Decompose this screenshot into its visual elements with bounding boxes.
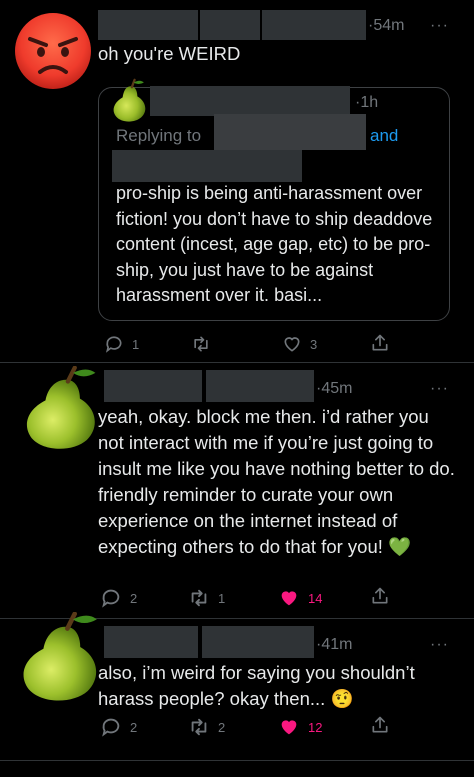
like-count: 3 (310, 336, 318, 352)
tweet-text: also, i’m weird for saying you shouldn’t… (98, 660, 458, 712)
redacted-handle (202, 626, 314, 658)
tweet-text: oh you're WEIRD (98, 43, 241, 64)
redacted-display-name (104, 626, 198, 658)
avatar[interactable] (14, 12, 92, 90)
reply-button[interactable]: 1 (104, 334, 139, 354)
avatar[interactable] (18, 365, 104, 452)
share-icon (372, 587, 388, 604)
redacted-quote-name (150, 86, 350, 116)
tweet-body: yeah, okay. block me then. i’d rather yo… (98, 406, 455, 557)
retweet-icon (194, 336, 208, 352)
like-button[interactable]: 12 (278, 716, 322, 738)
timestamp[interactable]: ·45m (316, 380, 352, 398)
reply-icon (102, 718, 120, 737)
redacted-mention (214, 114, 366, 150)
retweet-icon (191, 718, 207, 736)
angry-face-icon (15, 13, 91, 89)
quote-timestamp: ·1h (355, 94, 379, 111)
redacted-handle (262, 10, 366, 40)
timestamp[interactable]: ·54m (368, 17, 404, 35)
redacted-display-name (98, 10, 198, 40)
like-button[interactable]: 14 (278, 587, 322, 609)
timestamp[interactable]: ·41m (316, 636, 352, 654)
retweet-button[interactable]: 1 (188, 587, 225, 609)
share-icon (372, 334, 388, 351)
tweet-body: also, i’m weird for saying you shouldn’t… (98, 662, 415, 709)
heart-outline-icon (284, 337, 300, 352)
heart-filled-icon (281, 720, 297, 735)
quote-avatar (107, 78, 153, 124)
reply-icon (105, 336, 122, 353)
reply-count: 2 (130, 719, 138, 735)
raised-eyebrow-emoji: 🤨 (330, 688, 354, 709)
pear-icon (23, 611, 97, 701)
reply-count: 2 (130, 590, 138, 606)
more-options-icon[interactable]: ··· (430, 636, 449, 654)
pear-icon (26, 365, 96, 449)
like-button[interactable]: 3 (282, 334, 317, 354)
retweet-count: 2 (218, 719, 226, 735)
quote-text: pro-ship is being anti-harassment over f… (116, 183, 433, 305)
avatar[interactable] (14, 611, 106, 704)
more-options-icon[interactable]: ··· (430, 17, 449, 35)
green-heart-emoji: 💚 (388, 536, 412, 557)
pear-icon (113, 78, 146, 122)
like-count: 14 (308, 590, 323, 606)
retweet-count: 1 (218, 590, 226, 606)
redacted-handle (200, 10, 260, 40)
share-button[interactable] (370, 714, 390, 736)
reply-count: 1 (132, 336, 140, 352)
redacted-mention (112, 150, 302, 182)
like-count: 12 (308, 719, 323, 735)
reply-button[interactable]: 2 (100, 587, 137, 609)
divider (0, 362, 474, 363)
divider (0, 760, 474, 761)
retweet-button[interactable]: 2 (188, 716, 225, 738)
share-button[interactable] (370, 332, 390, 354)
replying-to-label: Replying to (116, 126, 202, 145)
more-options-icon[interactable]: ··· (430, 380, 449, 398)
redacted-display-name (104, 370, 202, 402)
retweet-button[interactable] (190, 334, 220, 354)
and-label[interactable]: and (370, 126, 398, 146)
heart-filled-icon (281, 591, 297, 606)
retweet-icon (191, 589, 207, 607)
tweet-text: yeah, okay. block me then. i’d rather yo… (98, 404, 458, 560)
share-button[interactable] (370, 585, 390, 607)
reply-button[interactable]: 2 (100, 716, 137, 738)
reply-icon (102, 589, 120, 608)
share-icon (372, 716, 388, 733)
redacted-handle (206, 370, 314, 402)
